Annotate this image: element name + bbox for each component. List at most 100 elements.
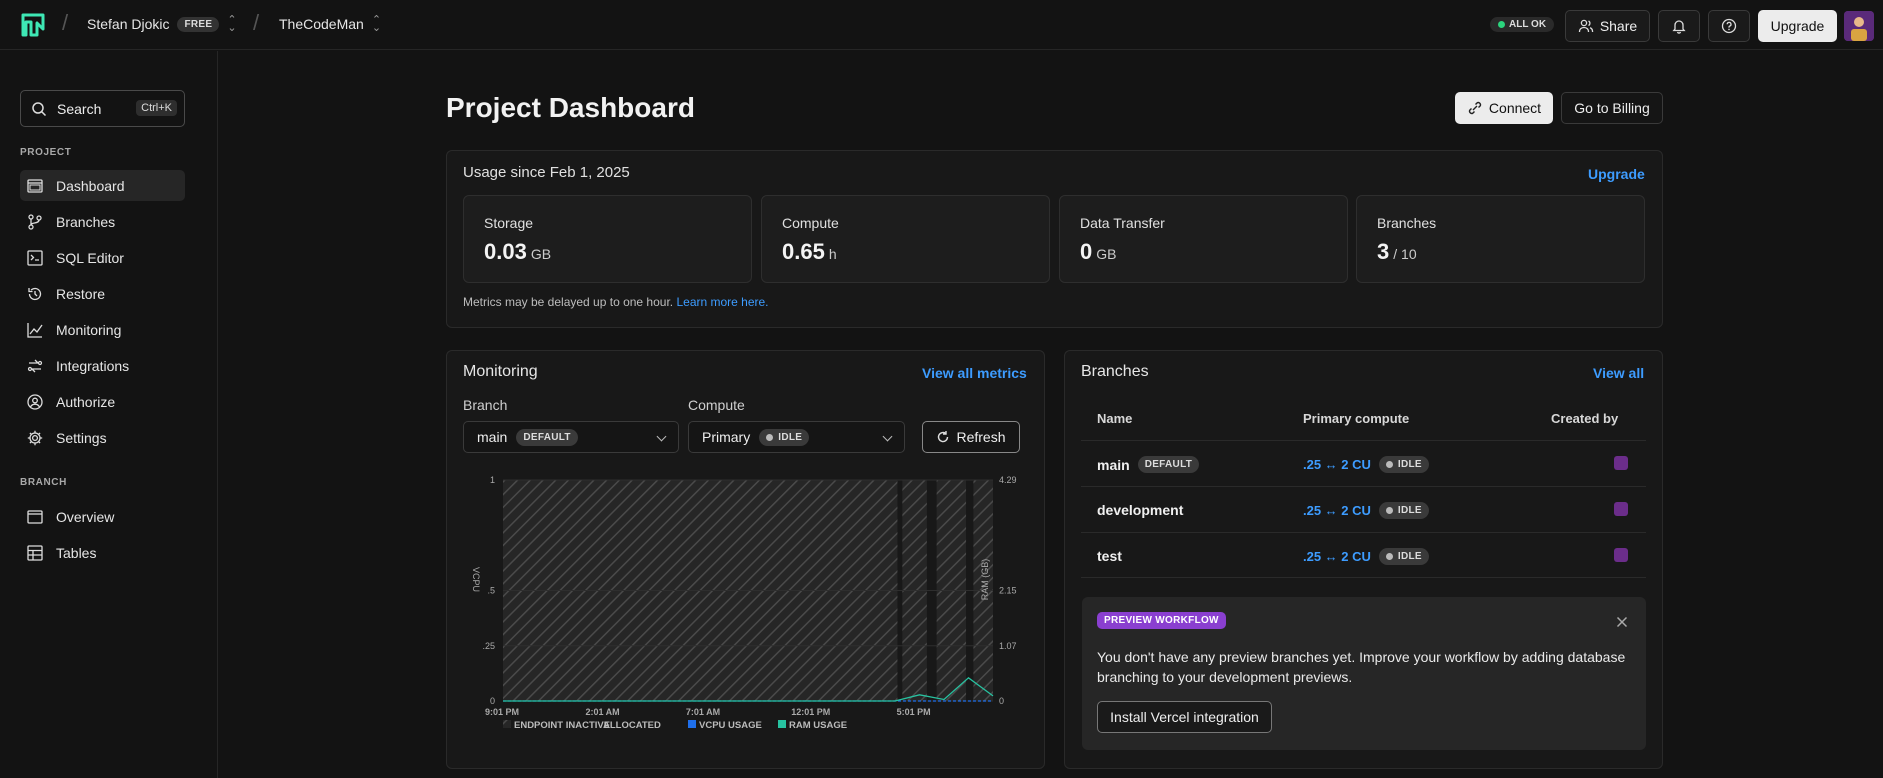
chevron-down-icon — [656, 431, 667, 442]
legend-swatch — [503, 720, 511, 728]
branch-row-test[interactable]: test .25 ↔ 2 CU IDLE — [1081, 532, 1646, 578]
sidebar-item-label: Overview — [56, 508, 115, 525]
sidebar-item-label: Integrations — [56, 357, 130, 374]
legend-swatch — [688, 720, 696, 728]
upgrade-label: Upgrade — [1770, 18, 1825, 34]
compute-link[interactable]: .25 ↔ 2 CU — [1303, 503, 1371, 518]
project-switcher[interactable]: TheCodeMan ⌃ ⌄ — [279, 14, 382, 34]
connect-button[interactable]: Connect — [1455, 92, 1553, 124]
sidebar-item-label: Tables — [56, 544, 97, 561]
sidebar-item-sql-editor[interactable]: SQL Editor — [20, 242, 185, 273]
branch-select-label: Branch — [463, 397, 508, 413]
status-badge[interactable]: ALL OK — [1490, 17, 1555, 32]
usage-title: Usage since Feb 1, 2025 — [463, 164, 630, 181]
view-all-metrics-link[interactable]: View all metrics — [922, 365, 1027, 381]
branch-select[interactable]: main DEFAULT — [463, 421, 679, 453]
sidebar-item-overview[interactable]: Overview — [20, 501, 185, 532]
upgrade-button[interactable]: Upgrade — [1758, 10, 1837, 42]
neon-logo-icon[interactable] — [20, 12, 46, 38]
sidebar-item-label: Restore — [56, 285, 106, 302]
dashboard-icon — [27, 178, 43, 193]
creator-avatar — [1614, 548, 1628, 562]
branch-row-development[interactable]: development .25 ↔ 2 CU IDLE — [1081, 486, 1646, 532]
stat-label: Branches — [1377, 215, 1437, 231]
x-tick: 5:01 PM — [897, 707, 931, 717]
billing-button[interactable]: Go to Billing — [1561, 92, 1663, 124]
legend-label: ENDPOINT INACTIVE — [514, 720, 610, 731]
search-label: Search — [57, 100, 102, 117]
compute-select-label: Compute — [688, 397, 745, 413]
stat-value: 0.65 h — [782, 239, 837, 264]
user-avatar[interactable] — [1844, 11, 1874, 41]
close-icon[interactable] — [1616, 616, 1628, 628]
sidebar-item-tables[interactable]: Tables — [20, 537, 185, 568]
plug-icon — [1468, 101, 1482, 115]
refresh-icon — [938, 431, 949, 443]
sidebar-item-label: Branches — [56, 213, 116, 230]
restore-icon — [28, 287, 42, 300]
compute-select[interactable]: Primary IDLE — [688, 421, 905, 453]
stat-compute: Compute 0.65 h — [761, 195, 1050, 283]
preview-workflow-badge: PREVIEW WORKFLOW — [1097, 612, 1226, 629]
y-left-axis-label: VCPU — [471, 567, 481, 592]
usage-upgrade-link[interactable]: Upgrade — [1588, 166, 1645, 182]
help-icon — [1721, 18, 1737, 34]
refresh-label: Refresh — [956, 429, 1006, 445]
overview-icon — [27, 509, 43, 524]
project-name: TheCodeMan — [279, 16, 364, 32]
branch-name[interactable]: test — [1097, 548, 1122, 564]
install-vercel-label: Install Vercel integration — [1110, 709, 1259, 725]
chevron-down-icon — [882, 431, 893, 442]
preview-workflow-text: You don't have any preview branches yet.… — [1097, 649, 1626, 685]
stat-data-transfer: Data Transfer 0 GB — [1059, 195, 1348, 283]
sidebar-item-dashboard[interactable]: Dashboard — [20, 170, 185, 201]
branch-name[interactable]: main — [1097, 457, 1130, 473]
search-button[interactable]: Search Ctrl+K — [20, 90, 185, 127]
sidebar-item-settings[interactable]: Settings — [20, 422, 185, 453]
default-badge: DEFAULT — [1137, 456, 1200, 473]
project-section-label: PROJECT — [20, 147, 72, 158]
sidebar-item-integrations[interactable]: Integrations — [20, 350, 185, 381]
org-switcher[interactable]: Stefan Djokic FREE ⌃ ⌄ — [87, 15, 237, 34]
idle-badge: IDLE — [1378, 456, 1429, 473]
branch-row-main[interactable]: main DEFAULT .25 ↔ 2 CU IDLE — [1081, 440, 1646, 486]
share-button[interactable]: Share — [1565, 10, 1650, 42]
monitoring-chart[interactable]: 1 4.29 .5 2.15 .25 1.07 0 0 VCPU RAM (GB) 9:01 PM 2… — [463, 470, 1033, 735]
sidebar: Search Ctrl+K PROJECT Dashboard Branches… — [0, 51, 218, 778]
compute-link[interactable]: .25 ↔ 2 CU — [1303, 457, 1371, 472]
search-shortcut: Ctrl+K — [136, 100, 177, 116]
chevron-updown-icon: ⌃ ⌄ — [371, 14, 382, 34]
notifications-button[interactable] — [1658, 10, 1700, 42]
y-left-tick: 0 — [490, 696, 495, 706]
top-bar: / Stefan Djokic FREE ⌃ ⌄ / TheCodeMan ⌃ ⌄ … — [0, 0, 1883, 50]
metrics-note-text: Metrics may be delayed up to one hour. — [463, 295, 674, 309]
sidebar-item-label: Monitoring — [56, 321, 122, 338]
page-title: Project Dashboard — [446, 92, 695, 123]
stat-branches: Branches 3/ 10 — [1356, 195, 1645, 283]
branch-name[interactable]: development — [1097, 502, 1183, 518]
table-icon — [27, 544, 43, 561]
search-icon — [32, 101, 47, 116]
refresh-button[interactable]: Refresh — [922, 421, 1020, 453]
sidebar-item-monitoring[interactable]: Monitoring — [20, 314, 185, 345]
help-button[interactable] — [1708, 10, 1750, 42]
sidebar-item-branches[interactable]: Branches — [20, 206, 185, 237]
idle-badge: IDLE — [1378, 548, 1429, 565]
user-circle-icon — [27, 393, 43, 410]
sidebar-item-authorize[interactable]: Authorize — [20, 386, 185, 417]
column-header-created-by: Created by — [1551, 411, 1619, 426]
creator-avatar — [1614, 502, 1628, 516]
compute-link[interactable]: .25 ↔ 2 CU — [1303, 549, 1371, 564]
install-vercel-button[interactable]: Install Vercel integration — [1097, 701, 1272, 733]
compute-select-value: Primary — [702, 429, 751, 445]
stat-value: 0.03 GB — [484, 239, 552, 264]
column-header-primary-compute: Primary compute — [1303, 411, 1410, 426]
view-all-branches-link[interactable]: View all — [1593, 365, 1644, 381]
avatar-image — [1844, 11, 1874, 41]
learn-more-link[interactable]: Learn more here. — [676, 295, 768, 309]
billing-label: Go to Billing — [1574, 100, 1650, 116]
sidebar-item-restore[interactable]: Restore — [20, 278, 185, 309]
breadcrumb-separator: / — [253, 10, 260, 35]
sql-editor-icon — [27, 249, 43, 266]
preview-workflow-panel: PREVIEW WORKFLOW You don't have any prev… — [1082, 597, 1646, 750]
